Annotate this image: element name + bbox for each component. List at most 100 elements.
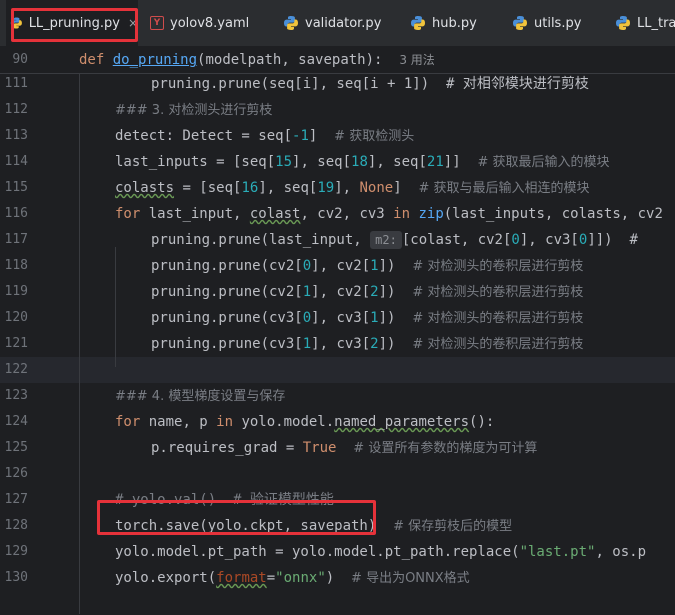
code-line[interactable]: 124 for name, p in yolo.model.named_param… [0, 409, 675, 435]
number-literal: 2 [370, 284, 379, 300]
number-literal: 1 [370, 310, 379, 326]
code-segment: , cv2, cv3 [300, 206, 394, 222]
code-line[interactable]: 114 last_inputs = [seq[15], seq[18], seq[… [0, 149, 675, 175]
indent-guide [115, 247, 116, 367]
line-number: 124 [4, 414, 28, 429]
tab-ll-train[interactable]: LL_trai [615, 0, 675, 46]
string-literal: "last.pt" [519, 544, 596, 560]
code-line[interactable]: 117 pruning.prune(last_input, m2: [colast,… [0, 227, 675, 253]
line-number: 90 [12, 52, 28, 67]
code-segment: ] [393, 180, 419, 196]
line-number: 127 [4, 492, 28, 507]
function-name[interactable]: do_pruning [113, 52, 197, 68]
code-segment: last_input, [140, 206, 250, 222]
tab-yolov8-yaml[interactable]: Y yolov8.yaml [150, 0, 249, 46]
number-literal: 2 [370, 336, 379, 352]
keyword: True [302, 440, 337, 456]
code-line[interactable]: 112 ### 3. 对检测头进行剪枝 [0, 97, 675, 123]
code-segment: yolo.model.pt_path = yolo.model.pt_path.… [115, 544, 520, 560]
code-line[interactable]: 123 ### 4. 模型梯度设置与保存 [0, 383, 675, 409]
code-text: pruning.prune(cv3[0], cv3[1]) # 对检测头的卷积层… [151, 305, 583, 331]
code-segment: ]]) # [587, 232, 638, 248]
code-segment: p.requires_grad = [151, 440, 303, 456]
code-editor[interactable]: 111 pruning.prune(seq[i], seq[i + 1]) # 对… [0, 47, 675, 615]
python-file-icon [10, 17, 22, 29]
line-number: 119 [4, 284, 28, 299]
line-number: 114 [4, 154, 28, 169]
code-segment: ], seq[ [258, 180, 318, 196]
code-segment: , os.p [595, 544, 647, 560]
close-icon[interactable]: × [128, 16, 138, 30]
code-segment: ], seq[ [367, 154, 427, 170]
python-file-icon [513, 16, 527, 30]
tab-label: validator.py [305, 15, 382, 31]
tab-label: hub.py [432, 15, 477, 31]
code-line[interactable]: 130 yolo.export(format="onnx") # 导出为ONNX格… [0, 565, 675, 591]
tab-hub[interactable]: hub.py [410, 0, 477, 46]
variable-name: colast [249, 206, 301, 222]
parameter-hint: m2: [370, 231, 402, 249]
line-number: 120 [4, 310, 28, 325]
code-line[interactable]: 120 pruning.prune(cv3[0], cv3[1]) # 对检测头的… [0, 305, 675, 331]
tab-validator[interactable]: validator.py [283, 0, 381, 46]
code-line[interactable]: 116 for last_input, colast, cv2, cv3 in z… [0, 201, 675, 227]
tab-utils[interactable]: utils.py [512, 0, 581, 46]
function-signature: def do_pruning(modelpath, savepath): 3 用… [79, 47, 435, 73]
code-segment: ], seq[ [292, 154, 352, 170]
python-file-icon [284, 16, 298, 30]
code-segment: ]] [443, 154, 478, 170]
code-line[interactable]: 129 yolo.model.pt_path = yolo.model.pt_pa… [0, 539, 675, 565]
code-segment: pruning.prune(seq[i], seq[i + 1]) # 对相邻模… [151, 76, 589, 92]
code-line[interactable]: 119 pruning.prune(cv2[1], cv2[2]) # 对检测头的… [0, 279, 675, 305]
code-text: pruning.prune(cv3[1], cv3[2]) # 对检测头的卷积层… [151, 331, 583, 357]
code-line[interactable]: 118 pruning.prune(cv2[0], cv2[1]) # 对检测头的… [0, 253, 675, 279]
code-line[interactable]: 113 detect: Detect = seq[-1] # 获取检测头 [0, 123, 675, 149]
code-text: for last_input, colast, cv2, cv3 in zip(… [115, 201, 663, 227]
code-line[interactable]: 111 pruning.prune(seq[i], seq[i + 1]) # 对… [0, 71, 675, 97]
code-text: yolo.export(format="onnx") # 导出为ONNX格式 [115, 565, 470, 591]
code-segment: ) [325, 570, 352, 586]
code-comment: ### 4. 模型梯度设置与保存 [115, 389, 286, 404]
code-text: torch.save(yolo.ckpt, savepath) # 保存剪枝后的… [115, 513, 512, 539]
code-comment: # 对检测头的卷积层进行剪枝 [412, 311, 584, 326]
editor-tab-bar: LL_pruning.py × Y yolov8.yaml validator.… [0, 0, 675, 47]
code-comment: # 对检测头的卷积层进行剪枝 [412, 259, 584, 274]
code-text: for name, p in yolo.model.named_paramete… [115, 409, 494, 435]
code-text: colasts = [seq[16], seq[19], None] # 获取与… [115, 175, 590, 201]
code-segment: ], [334, 180, 360, 196]
usages-hint[interactable]: 3 用法 [399, 53, 434, 67]
number-literal: -1 [292, 128, 309, 144]
tab-ll-pruning[interactable]: LL_pruning.py × [6, 0, 138, 46]
code-segment: yolo.model. [233, 414, 335, 430]
code-line[interactable]: 121 pruning.prune(cv3[1], cv3[2]) # 对检测头的… [0, 331, 675, 357]
code-comment: # 获取最后输入的模块 [477, 155, 610, 170]
code-segment: detect: Detect = seq[ [115, 128, 293, 144]
keyword: def [79, 52, 105, 68]
named-argument: format [216, 570, 267, 586]
code-comment: # 获取与最后输入相连的模块 [418, 181, 590, 196]
code-segment: pruning.prune(cv3[ [151, 310, 303, 326]
code-text: pruning.prune(seq[i], seq[i + 1]) # 对相邻模… [151, 71, 589, 97]
python-file-icon [616, 16, 630, 30]
line-number: 130 [4, 570, 28, 585]
code-line[interactable]: 128 torch.save(yolo.ckpt, savepath) # 保存剪… [0, 513, 675, 539]
sticky-function-header[interactable]: 90 def do_pruning(modelpath, savepath): … [0, 47, 675, 74]
code-line[interactable]: 122 [0, 357, 675, 383]
tab-label: yolov8.yaml [170, 15, 250, 31]
code-line[interactable]: 127 # yolo.val() # 验证模型性能 [0, 487, 675, 513]
code-segment: ], cv2[ [311, 284, 371, 300]
code-line[interactable]: 126 [0, 461, 675, 487]
code-line[interactable]: 125 p.requires_grad = True # 设置所有参数的梯度为可计… [0, 435, 675, 461]
code-segment: pruning.prune(last_input, [151, 232, 371, 248]
code-segment: ], cv3[ [311, 310, 371, 326]
python-file-icon [411, 16, 425, 30]
code-segment: = [266, 570, 276, 586]
code-line[interactable]: 115 colasts = [seq[16], seq[19], None] # … [0, 175, 675, 201]
yaml-file-icon: Y [150, 16, 164, 30]
code-segment: = [seq[ [174, 180, 242, 196]
code-segment: [colast, cv2[ [401, 232, 512, 248]
keyword: in [393, 206, 411, 222]
line-number: 111 [4, 76, 28, 91]
code-comment: # yolo.val() # 验证模型性能 [115, 492, 334, 508]
